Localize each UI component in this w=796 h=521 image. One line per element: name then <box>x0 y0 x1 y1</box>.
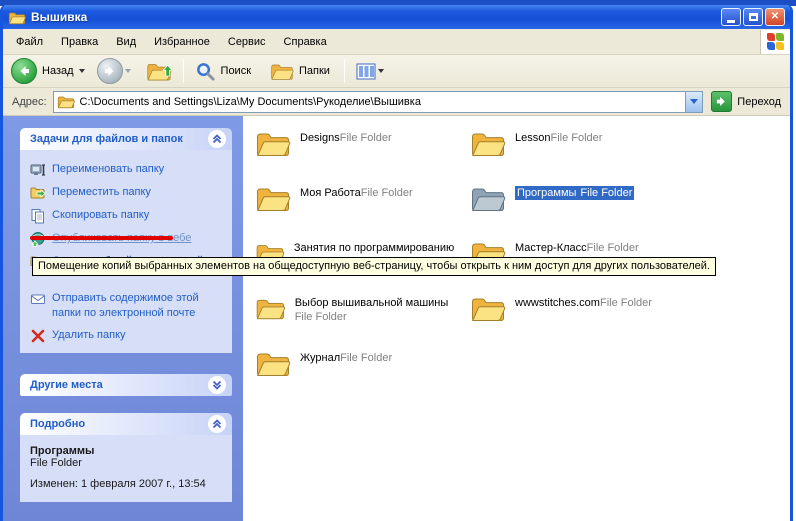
go-arrow-icon <box>715 95 728 108</box>
views-dropdown-icon[interactable] <box>378 69 384 73</box>
folders-icon <box>270 61 294 81</box>
go-label: Переход <box>737 96 781 108</box>
rename-folder-icon <box>30 162 46 178</box>
folder-icon <box>255 128 291 158</box>
folder-tile-moya-rabota[interactable]: Моя РаботаFile Folder <box>255 183 470 238</box>
minimize-button[interactable] <box>721 8 741 26</box>
task-email-folder[interactable]: Отправить содержимое этой папки по элект… <box>30 291 224 321</box>
views-icon <box>356 63 376 80</box>
back-arrow-icon <box>11 58 37 84</box>
tasks-panel-title: Задачи для файлов и папок <box>30 133 208 145</box>
folder-icon <box>470 293 506 323</box>
folder-tile-designs[interactable]: DesignsFile Folder <box>255 128 470 183</box>
toolbar-separator <box>183 59 184 83</box>
folder-tile-programmy-selected[interactable]: ПрограммыFile Folder <box>470 183 685 238</box>
task-copy-folder[interactable]: Скопировать папку <box>30 208 224 224</box>
folder-tile-lesson[interactable]: LessonFile Folder <box>470 128 685 183</box>
search-icon <box>195 61 216 82</box>
address-dropdown-button[interactable] <box>685 92 702 112</box>
up-button[interactable] <box>141 58 177 84</box>
folders-label: Папки <box>299 65 330 77</box>
back-label: Назад <box>42 65 74 77</box>
maximize-icon <box>749 13 758 21</box>
address-path[interactable]: C:\Documents and Settings\Liza\My Docume… <box>80 96 686 108</box>
window-title: Вышивка <box>31 10 719 24</box>
menubar: Файл Правка Вид Избранное Сервис Справка <box>3 29 790 55</box>
back-dropdown-icon[interactable] <box>79 69 85 73</box>
folder-tile-wwwstitches[interactable]: wwwstitches.comFile Folder <box>470 293 685 348</box>
folder-icon <box>255 348 291 378</box>
chevron-up-icon[interactable] <box>208 130 226 148</box>
search-button[interactable]: Поиск <box>190 59 259 84</box>
folder-view[interactable]: DesignsFile Folder LessonFile Folder Моя… <box>243 116 790 521</box>
menu-tools[interactable]: Сервис <box>219 32 275 52</box>
file-folder-tasks-panel: Задачи для файлов и папок <box>20 128 232 353</box>
details-body: Программы File Folder Изменен: 1 февраля… <box>20 435 232 502</box>
email-icon <box>30 291 46 307</box>
titlebar[interactable]: Вышивка ✕ <box>3 5 790 29</box>
folder-icon-selected <box>470 183 506 213</box>
folder-icon <box>255 293 286 323</box>
forward-button[interactable] <box>97 58 137 84</box>
details-title: Подробно <box>30 418 208 430</box>
move-folder-icon <box>30 185 46 201</box>
details-item-type: File Folder <box>30 457 222 469</box>
tasks-panel-body: Переименовать папку Переместить папку <box>20 150 232 353</box>
menu-edit[interactable]: Правка <box>52 32 107 52</box>
chevron-down-icon[interactable] <box>208 376 226 394</box>
folder-icon <box>470 128 506 158</box>
address-combo[interactable]: C:\Documents and Settings\Liza\My Docume… <box>53 91 704 113</box>
chevron-down-icon <box>690 99 698 104</box>
task-pane: Задачи для файлов и папок <box>3 116 243 521</box>
minimize-icon <box>727 20 735 23</box>
address-folder-icon <box>57 94 75 109</box>
address-label: Адрес: <box>12 96 47 108</box>
task-delete-folder[interactable]: Удалить папку <box>30 328 224 344</box>
task-rename-folder[interactable]: Переименовать папку <box>30 162 224 178</box>
other-places-title: Другие места <box>30 379 208 391</box>
details-item-name: Программы <box>30 445 222 457</box>
folder-tile-vybor-mashiny[interactable]: Выбор вышивальной машиныFile Folder <box>255 293 470 348</box>
folder-tile-zhurnal[interactable]: ЖурналFile Folder <box>255 348 470 403</box>
task-move-folder[interactable]: Переместить папку <box>30 185 224 201</box>
window-folder-icon <box>8 10 26 25</box>
annotation-red-underline <box>30 236 173 240</box>
details-panel: Подробно Программы File Folder Изменен: … <box>20 413 232 502</box>
folder-icon <box>255 183 291 213</box>
maximize-button[interactable] <box>743 8 763 26</box>
search-label: Поиск <box>221 65 251 77</box>
menu-help[interactable]: Справка <box>275 32 336 52</box>
menu-favorites[interactable]: Избранное <box>145 32 219 52</box>
toolbar-separator <box>344 59 345 83</box>
back-button[interactable]: Назад <box>11 58 91 84</box>
forward-arrow-icon <box>97 58 123 84</box>
windows-logo-icon <box>760 30 790 54</box>
tooltip: Помещение копий выбранных элементов на о… <box>32 257 716 276</box>
details-header[interactable]: Подробно <box>20 413 232 435</box>
other-places-panel: Другие места <box>20 374 232 396</box>
other-places-header[interactable]: Другие места <box>20 374 232 396</box>
chevron-up-icon[interactable] <box>208 415 226 433</box>
forward-dropdown-icon[interactable] <box>125 69 131 73</box>
copy-folder-icon <box>30 208 46 224</box>
tasks-panel-header[interactable]: Задачи для файлов и папок <box>20 128 232 150</box>
close-button[interactable]: ✕ <box>765 8 785 26</box>
folders-button[interactable]: Папки <box>265 59 338 83</box>
address-bar: Адрес: C:\Documents and Settings\Liza\My… <box>3 88 790 116</box>
menu-file[interactable]: Файл <box>7 32 52 52</box>
details-item-modified: Изменен: 1 февраля 2007 г., 13:54 <box>30 478 222 490</box>
go-button[interactable] <box>711 91 732 112</box>
delete-icon <box>30 328 46 344</box>
views-button[interactable] <box>351 61 395 82</box>
menu-view[interactable]: Вид <box>107 32 145 52</box>
toolbar: Назад Поиск <box>3 55 790 88</box>
